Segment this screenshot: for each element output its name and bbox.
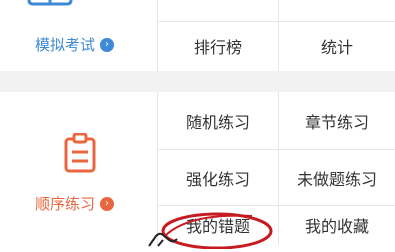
mock-exam-label: 模拟考试 — [35, 36, 96, 54]
unanswered-practice-button[interactable]: 未做题练习 — [279, 150, 395, 205]
clipboard-icon — [64, 133, 96, 173]
grid-divider — [157, 92, 158, 245]
my-favorites-button[interactable]: 我的收藏 — [279, 206, 395, 252]
my-mistakes-button[interactable]: 我的错题 — [158, 206, 278, 252]
random-practice-button[interactable]: 随机练习 — [158, 93, 278, 149]
grid-divider — [157, 205, 395, 206]
intensive-practice-button[interactable]: 强化练习 — [158, 150, 278, 205]
statistics-button[interactable]: 统计 — [279, 22, 395, 70]
grid-divider — [278, 92, 279, 245]
grid-divider — [157, 21, 395, 22]
leaderboard-button[interactable]: 排行榜 — [158, 22, 278, 70]
grid-divider — [278, 0, 279, 71]
sequential-practice-button[interactable]: 顺序练习 › — [35, 193, 115, 214]
chevron-right-icon: › — [100, 196, 115, 211]
book-icon — [27, 0, 73, 6]
section-divider — [0, 71, 395, 92]
chapter-practice-button[interactable]: 章节练习 — [279, 93, 395, 149]
chevron-right-icon: › — [100, 37, 115, 52]
grid-divider — [157, 0, 158, 71]
grid-cell-top-left[interactable] — [158, 0, 278, 20]
sequential-practice-label: 顺序练习 — [35, 195, 96, 213]
mock-exam-button[interactable]: 模拟考试 › — [35, 34, 115, 55]
grid-cell-top-right[interactable] — [279, 0, 395, 20]
grid-divider — [157, 149, 395, 150]
